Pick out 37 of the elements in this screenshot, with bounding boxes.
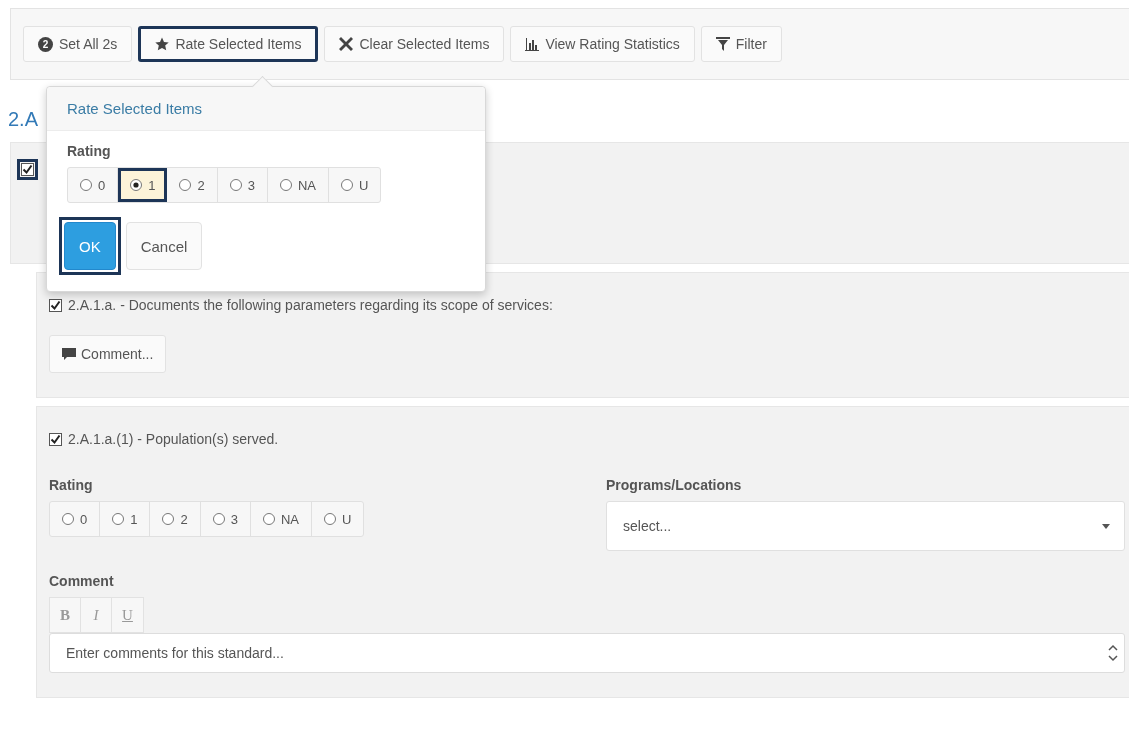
toolbar-button[interactable]: Clear Selected Items (324, 26, 505, 62)
toolbar-button[interactable]: Filter (700, 26, 782, 62)
spinner-icon (1108, 642, 1118, 664)
radio-option[interactable]: 0 (50, 502, 101, 536)
toolbar-button[interactable]: Rate Selected Items (138, 26, 319, 62)
field-label: Rating (67, 143, 112, 159)
section-heading: 2.A (8, 108, 39, 132)
speech-bubble-icon (62, 347, 76, 361)
filter-icon (715, 37, 730, 51)
field-label: Comment (49, 573, 115, 589)
close-icon (339, 37, 354, 51)
star-icon (155, 37, 170, 51)
standard-text: 2.A.1.a.(1) - Population(s) served. (68, 431, 279, 447)
popover-title: Rate Selected Items (47, 87, 485, 131)
toolbar-button[interactable]: 2 Set All 2s (23, 26, 133, 62)
radio-option[interactable]: 2 (150, 502, 201, 536)
dropdown[interactable]: select... (606, 501, 1125, 551)
radio-option[interactable]: NA (267, 168, 329, 202)
radio-option[interactable]: 2 (167, 168, 218, 202)
checkbox[interactable] (49, 298, 62, 312)
toolbar-button[interactable]: View Rating Statistics (510, 26, 695, 62)
caret-icon (1102, 523, 1110, 529)
field-label: Programs/Locations (606, 477, 743, 493)
radio-option[interactable]: 1 (118, 168, 168, 202)
comment-button[interactable]: Comment... (49, 335, 167, 373)
radio-option[interactable]: NA (250, 502, 312, 536)
radio-option[interactable]: U (329, 168, 381, 202)
comment-field[interactable]: Enter comments for this standard... (49, 633, 1125, 673)
radio-option[interactable]: 3 (200, 502, 251, 536)
radio-option[interactable]: 3 (217, 168, 268, 202)
radio-option[interactable]: U (312, 502, 364, 536)
radio-option[interactable]: 1 (100, 502, 151, 536)
field-label: Rating (49, 477, 94, 493)
bar-chart-icon (525, 37, 540, 51)
count-badge: 2 (38, 36, 53, 52)
checkbox[interactable] (49, 432, 62, 446)
standard-text: 2.A.1.a. - Documents the following parameters regarding its scope of services: (68, 297, 553, 313)
